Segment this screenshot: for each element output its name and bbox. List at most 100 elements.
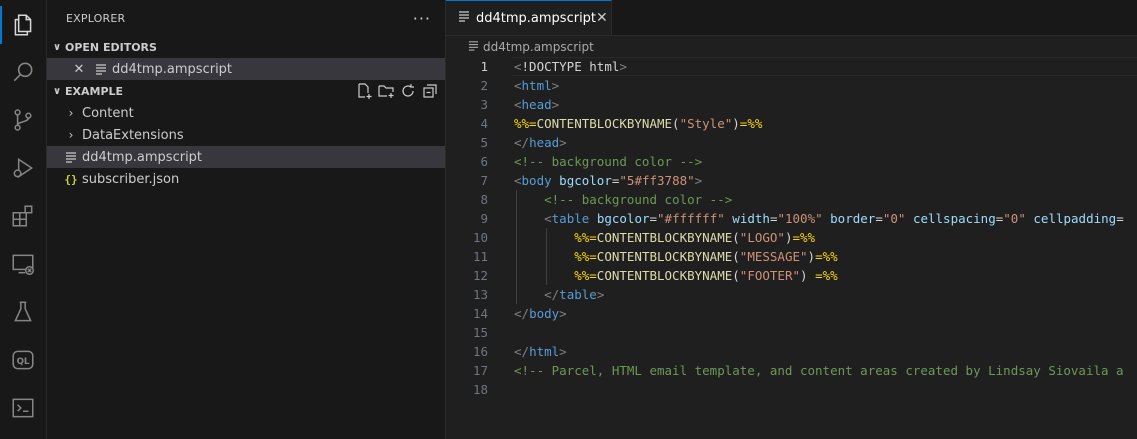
code-line[interactable]: 16 </html> <box>446 342 1137 361</box>
tab-dd4tmp[interactable]: dd4tmp.ampscript ✕ <box>446 0 612 35</box>
line-number: 7 <box>480 173 488 188</box>
example-folder-section[interactable]: ∨ EXAMPLE <box>47 80 445 102</box>
line-number: 8 <box>480 192 488 207</box>
code-line[interactable]: 13 </table> <box>446 285 1137 304</box>
chevron-down-icon: ∨ <box>52 41 62 53</box>
code-line[interactable]: 9 <table bgcolor="#ffffff" width="100%" … <box>446 209 1137 228</box>
run-debug-icon[interactable] <box>0 145 46 191</box>
code-token: > <box>559 306 567 321</box>
code-token: <!-- background color --> <box>544 192 733 207</box>
code-token: ( <box>732 230 740 245</box>
code-text: %%=CONTENTBLOCKBYNAME("Style")=%% <box>514 114 762 133</box>
tree-item-content[interactable]: › Content <box>47 102 445 124</box>
code-token: "#ffffff" <box>657 211 725 226</box>
ql-icon[interactable]: QL <box>0 337 46 383</box>
more-actions-icon[interactable]: ··· <box>413 9 431 28</box>
search-icon[interactable] <box>0 49 46 95</box>
terminal-icon[interactable] <box>0 385 46 431</box>
code-text: <!-- Parcel, HTML email template, and co… <box>514 361 1124 380</box>
source-control-icon[interactable] <box>0 97 46 143</box>
code-token: < <box>544 211 552 226</box>
code-line[interactable]: 11 %%=CONTENTBLOCKBYNAME("MESSAGE")=%% <box>446 247 1137 266</box>
extensions-icon[interactable] <box>0 193 46 239</box>
line-number: 10 <box>472 230 488 245</box>
code-line[interactable]: 3 <head> <box>446 95 1137 114</box>
line-number: 4 <box>480 116 488 131</box>
folder-title: EXAMPLE <box>65 84 124 98</box>
refresh-icon[interactable] <box>399 82 417 103</box>
code-token: %%= <box>574 230 597 245</box>
tree-item-dd4tmp[interactable]: dd4tmp.ampscript <box>47 146 445 168</box>
new-file-icon[interactable] <box>355 82 373 103</box>
code-token: </ <box>514 306 530 321</box>
code-token: body <box>521 173 552 188</box>
code-token: head <box>521 97 552 112</box>
open-editors-section[interactable]: ∨ OPEN EDITORS <box>47 36 445 58</box>
tree-item-subscriber-json[interactable]: {} subscriber.json <box>47 168 445 190</box>
code-line[interactable]: 1 <!DOCTYPE html> <box>446 57 1137 76</box>
code-line[interactable]: 18 <box>446 380 1137 399</box>
code-token: </ <box>514 135 530 150</box>
code-text: <!-- background color --> <box>514 190 732 209</box>
editor-tabs: dd4tmp.ampscript ✕ <box>446 0 1137 36</box>
tree-item-label: dd4tmp.ampscript <box>82 149 203 165</box>
line-number: 11 <box>472 249 488 264</box>
code-token: > <box>551 97 560 112</box>
code-token: width <box>732 211 770 226</box>
line-number: 14 <box>472 306 488 321</box>
code-line[interactable]: 17 <!-- Parcel, HTML email template, and … <box>446 361 1137 380</box>
file-lines-icon <box>458 10 470 26</box>
code-line[interactable]: 5 </head> <box>446 133 1137 152</box>
line-number: 1 <box>480 59 488 74</box>
code-token: > <box>551 78 560 93</box>
code-token: html <box>521 78 552 93</box>
tree-item-dataextensions[interactable]: › DataExtensions <box>47 124 445 146</box>
open-editor-item[interactable]: ✕ dd4tmp.ampscript <box>47 58 445 80</box>
indent-guide <box>516 228 517 247</box>
code-line[interactable]: 6 <!-- background color --> <box>446 152 1137 171</box>
collapse-all-icon[interactable] <box>421 82 439 103</box>
code-token: < <box>514 173 522 188</box>
code-token: !DOCTYPE html <box>521 59 620 74</box>
code-line[interactable]: 12 %%=CONTENTBLOCKBYNAME("FOOTER") =%% <box>446 266 1137 285</box>
close-icon[interactable]: ✕ <box>71 62 87 77</box>
code-token: <!-- background color --> <box>514 154 703 169</box>
line-number: 15 <box>472 325 488 340</box>
code-line[interactable]: 8 <!-- background color --> <box>446 190 1137 209</box>
code-editor[interactable]: 1 <!DOCTYPE html> 2 <html> 3 <head> 4 %%=CONTEN… <box>446 57 1137 439</box>
code-token: = <box>649 211 658 226</box>
code-token: ( <box>732 249 740 264</box>
code-token: = <box>875 211 883 226</box>
code-token: CONTENTBLOCKBYNAME <box>596 249 733 264</box>
indent-guide <box>546 228 547 247</box>
code-line[interactable]: 10 %%=CONTENTBLOCKBYNAME("LOGO")=%% <box>446 228 1137 247</box>
code-token: > <box>619 59 627 74</box>
code-line[interactable]: 4 %%=CONTENTBLOCKBYNAME("Style")=%% <box>446 114 1137 133</box>
line-number: 13 <box>472 287 488 302</box>
code-text: %%=CONTENTBLOCKBYNAME("FOOTER") =%% <box>514 266 838 285</box>
code-token: </ <box>514 344 530 359</box>
line-number: 5 <box>480 135 488 150</box>
code-token: border <box>830 211 876 226</box>
tree-item-label: Content <box>82 105 134 121</box>
testing-icon[interactable] <box>0 289 46 335</box>
indent-guide <box>516 209 517 228</box>
new-folder-icon[interactable] <box>377 82 395 103</box>
code-token: ( <box>672 116 680 131</box>
code-token: %%= <box>574 249 597 264</box>
code-line[interactable]: 7 <body bgcolor="5#ff3788"> <box>446 171 1137 190</box>
breadcrumb-item[interactable]: dd4tmp.ampscript <box>483 40 594 54</box>
indent-guide <box>546 266 547 285</box>
code-line[interactable]: 2 <html> <box>446 76 1137 95</box>
line-number: 6 <box>480 154 488 169</box>
code-line[interactable]: 14 </body> <box>446 304 1137 323</box>
remote-explorer-icon[interactable] <box>0 241 46 287</box>
code-token: "100%" <box>777 211 823 226</box>
code-line[interactable]: 15 <box>446 323 1137 342</box>
close-icon[interactable]: ✕ <box>596 10 608 26</box>
explorer-icon[interactable] <box>0 2 46 48</box>
